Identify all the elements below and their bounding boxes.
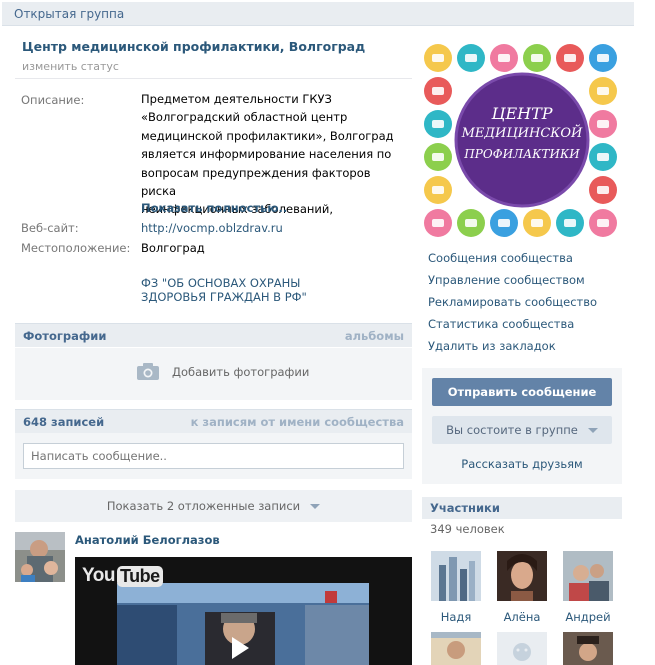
action-panel: Отправить сообщение Вы состоите в группе… [422, 368, 622, 484]
group-info: Центр медицинской профилактики, Волгогра… [15, 30, 412, 320]
law-line: ЗДОРОВЬЯ ГРАЖДАН В РФ" [141, 290, 307, 304]
wall-header: 648 записей к записям от имени сообществ… [15, 409, 412, 433]
description-line: вопросам предупреждения факторов риска [141, 165, 371, 199]
website-link[interactable]: http://vocmp.oblzdrav.ru [141, 221, 283, 235]
youtube-logo-tube: Tube [116, 565, 163, 587]
members-title[interactable]: Участники [430, 501, 500, 515]
member-card[interactable] [430, 632, 482, 665]
youtube-logo: You Tube [82, 565, 163, 587]
tell-friends-link[interactable]: Рассказать друзьям [422, 457, 622, 471]
member-name[interactable]: Алёна [496, 610, 548, 624]
postponed-label: Показать 2 отложенные записи [106, 499, 301, 513]
logo-line: МЕДИЦИНСКОЙ [461, 126, 583, 141]
member-card[interactable]: Надя [430, 551, 482, 624]
avatar[interactable] [431, 551, 481, 601]
law-link[interactable]: ФЗ "ОБ ОСНОВАХ ОХРАНЫ ЗДОРОВЬЯ ГРАЖДАН В… [141, 276, 341, 304]
member-card[interactable] [562, 632, 614, 665]
change-status-link[interactable]: изменить статус [22, 60, 119, 73]
default-avatar-icon [497, 632, 547, 665]
avatar-photo-icon [563, 632, 613, 665]
description-line: «Волгоградский областной центр [141, 110, 348, 125]
manage-community-link[interactable]: Управление сообществом [428, 273, 585, 287]
logo-line: ПРОФИЛАКТИКИ [464, 147, 580, 161]
website-label: Веб-сайт: [21, 221, 79, 235]
law-line: ФЗ "ОБ ОСНОВАХ ОХРАНЫ [141, 276, 301, 290]
photos-body: Добавить фотографии [15, 348, 412, 400]
albums-link[interactable]: альбомы [345, 329, 404, 343]
avatar[interactable] [431, 632, 481, 665]
member-card[interactable]: Андрей [562, 551, 614, 624]
avatar[interactable] [497, 551, 547, 601]
description-text: Предметом деятельности ГКУЗ «Волгоградск… [141, 90, 399, 219]
avatar-photo-icon [563, 551, 613, 601]
member-card[interactable] [496, 632, 548, 665]
post-author-avatar[interactable] [15, 532, 65, 582]
chevron-down-icon [310, 503, 321, 509]
post-author-name[interactable]: Анатолий Белоглазов [75, 533, 220, 547]
advertise-community-link[interactable]: Рекламировать сообщество [428, 295, 597, 309]
divider [15, 78, 412, 79]
show-more-link[interactable]: Показать полностью.. [141, 201, 287, 215]
description-line: медицинской профилактики», Волгоград [141, 128, 394, 143]
video-player[interactable]: You Tube [75, 557, 412, 665]
description-line: Предметом деятельности ГКУЗ [141, 92, 332, 106]
member-name[interactable]: Надя [430, 610, 482, 624]
postponed-posts-toggle[interactable]: Показать 2 отложенные записи [15, 490, 412, 522]
avatar[interactable] [563, 551, 613, 601]
location-label: Местоположение: [21, 241, 131, 255]
add-photos-button[interactable]: Добавить фотографии [137, 363, 309, 380]
community-messages-link[interactable]: Сообщения сообщества [428, 251, 573, 265]
avatar[interactable] [563, 632, 613, 665]
location-value: Волгоград [141, 241, 205, 255]
post-input[interactable] [23, 443, 404, 469]
membership-label: Вы состоите в группе [446, 423, 578, 437]
remove-bookmark-link[interactable]: Удалить из закладок [428, 339, 556, 353]
group-title: Центр медицинской профилактики, Волгогра… [22, 39, 366, 54]
avatar-photo-icon [431, 551, 481, 601]
post-composer [15, 433, 412, 479]
members-header: Участники [422, 497, 622, 519]
wall-count[interactable]: 648 записей [23, 415, 104, 429]
photos-title[interactable]: Фотографии [23, 329, 106, 343]
camera-icon [137, 363, 159, 380]
play-icon[interactable] [232, 637, 249, 659]
members-count[interactable]: 349 человек [430, 522, 505, 536]
group-logo-text: ЦЕНТР МЕДИЦИНСКОЙ ПРОФИЛАКТИКИ [456, 104, 588, 164]
page-type-title: Открытая группа [14, 7, 125, 21]
description-label: Описание: [21, 93, 85, 107]
photos-header: Фотографии альбомы [15, 323, 412, 347]
avatar-photo-icon [15, 532, 65, 582]
community-posts-link[interactable]: к записям от имени сообщества [191, 415, 404, 429]
send-message-button[interactable]: Отправить сообщение [432, 378, 612, 406]
member-name[interactable]: Андрей [562, 610, 614, 624]
group-avatar[interactable]: ЦЕНТР МЕДИЦИНСКОЙ ПРОФИЛАКТИКИ [422, 42, 622, 238]
avatar[interactable] [497, 632, 547, 665]
community-stats-link[interactable]: Статистика сообщества [428, 317, 574, 331]
membership-dropdown[interactable]: Вы состоите в группе [432, 416, 612, 444]
add-photos-label: Добавить фотографии [172, 364, 310, 379]
avatar-photo-icon [497, 551, 547, 601]
page-header: Открытая группа [2, 2, 634, 26]
member-card[interactable]: Алёна [496, 551, 548, 624]
description-line: является информирование населения по [141, 147, 392, 162]
youtube-logo-you: You [82, 565, 115, 586]
avatar-photo-icon [431, 632, 481, 665]
chevron-down-icon [587, 427, 598, 433]
logo-line: ЦЕНТР [491, 104, 553, 123]
